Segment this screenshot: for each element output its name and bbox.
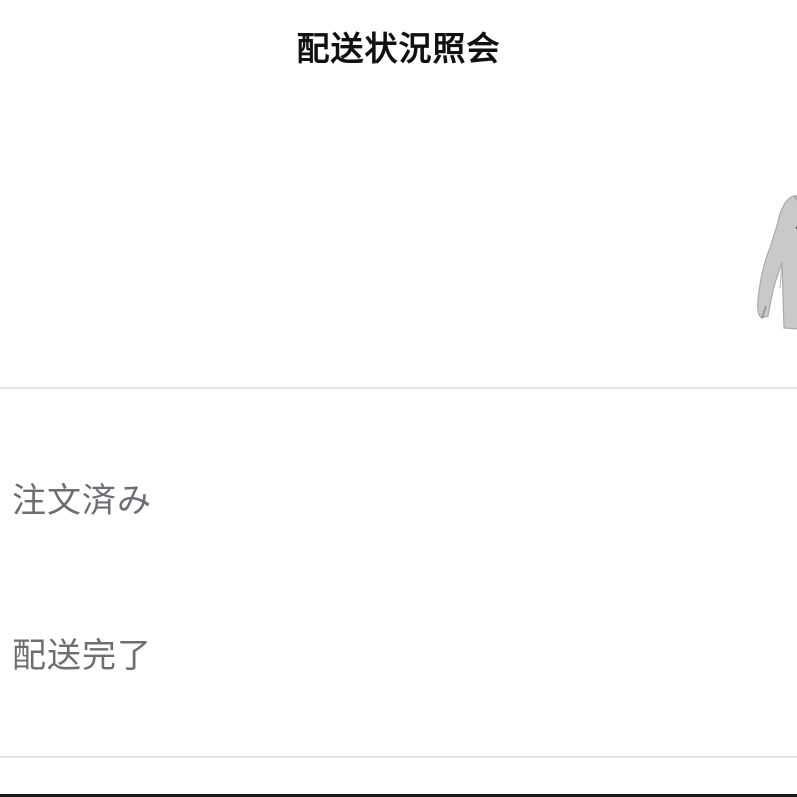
product-image-area (0, 90, 797, 388)
divider (0, 756, 797, 758)
divider (0, 387, 797, 389)
page-title: 配送状況照会 (296, 29, 501, 68)
status-ordered: 注文済み (12, 481, 152, 521)
hoodie-image[interactable] (752, 188, 797, 338)
status-delivered: 配送完了 (12, 636, 152, 676)
delivery-status-page: 配送状況照会 注文済み 配送完了 (0, 0, 797, 797)
